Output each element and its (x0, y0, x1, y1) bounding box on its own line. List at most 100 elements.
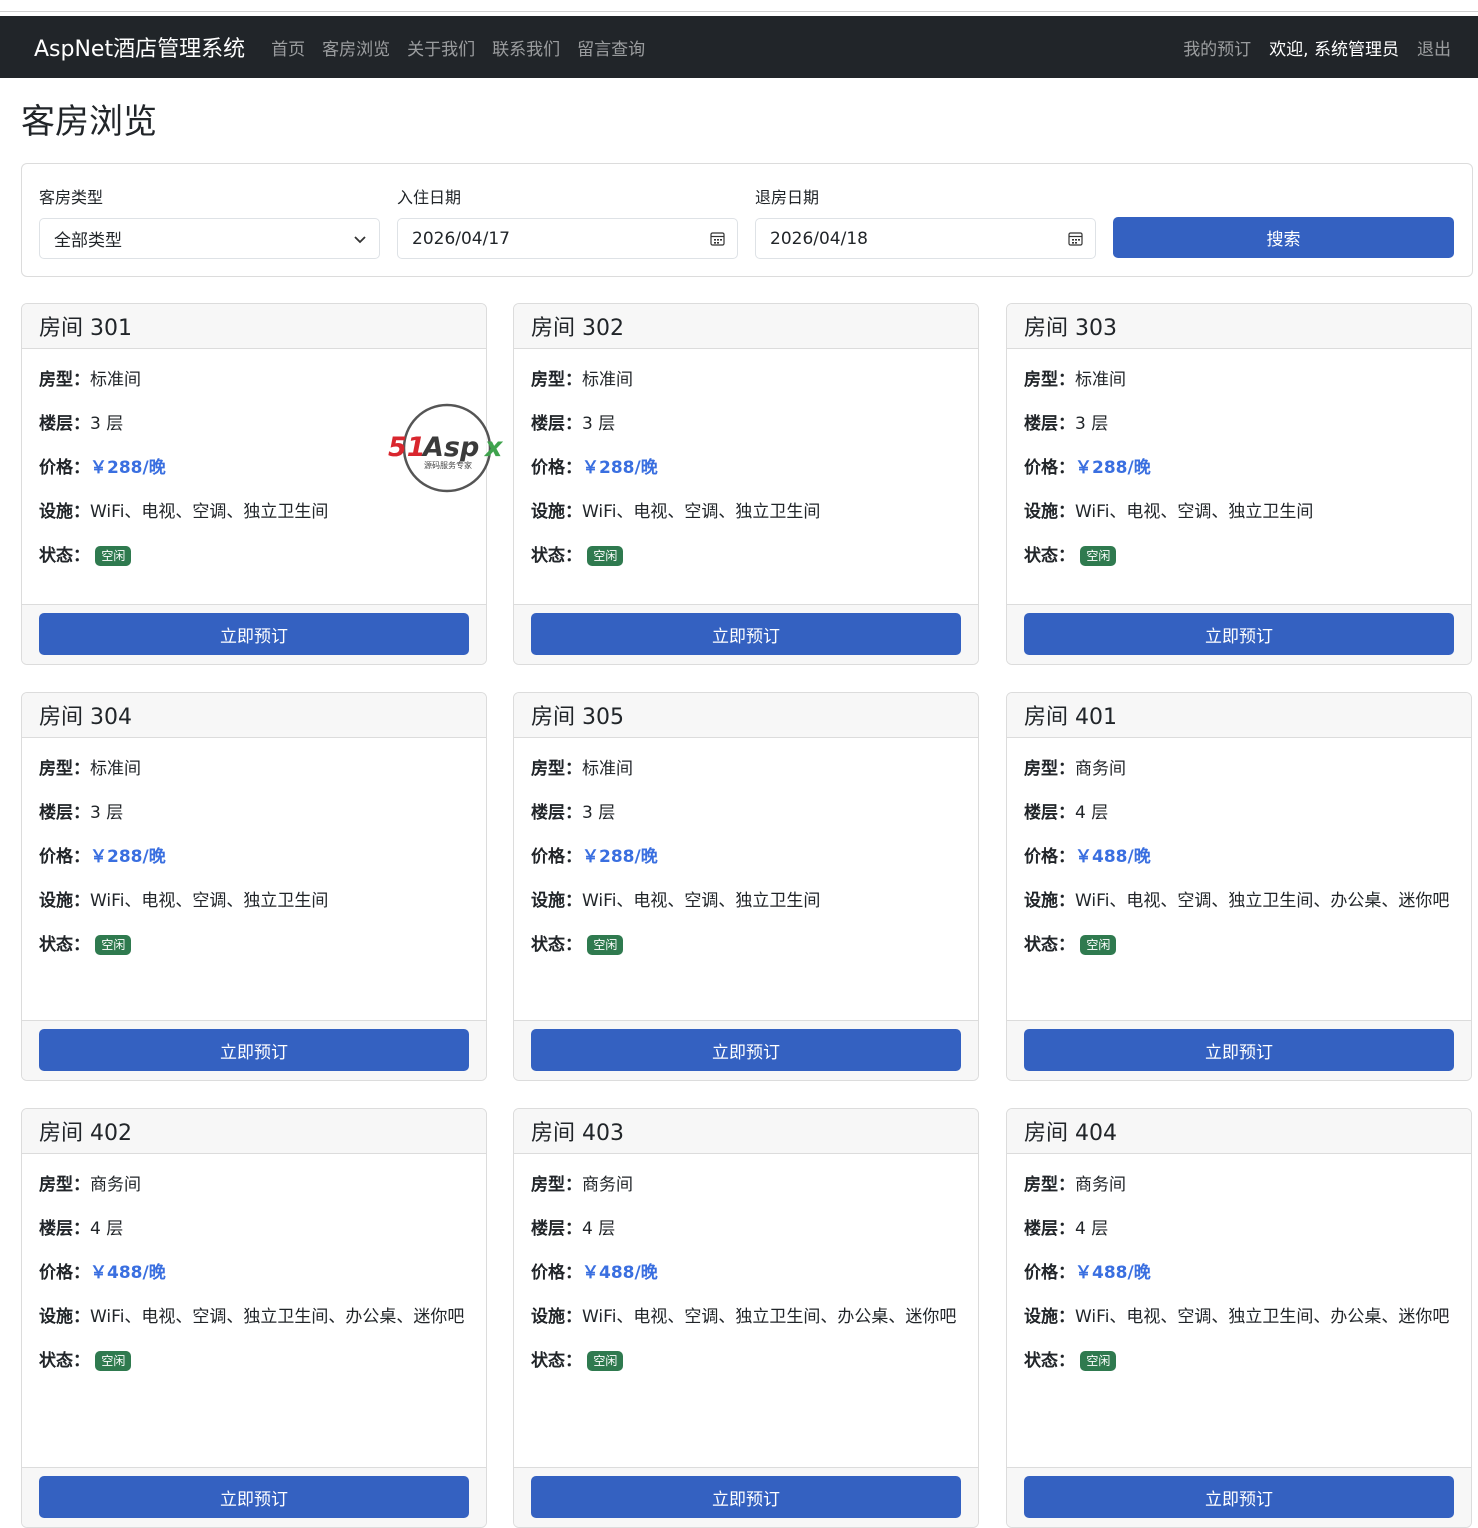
room-type-key: 房型： (531, 370, 582, 390)
room-type-text: 商务间 (90, 1175, 141, 1195)
nav-logout[interactable]: 退出 (1417, 35, 1451, 60)
book-now-button[interactable]: 立即预订 (1024, 1029, 1454, 1071)
nav-messages[interactable]: 留言查询 (577, 35, 645, 60)
search-panel: 客房类型 全部类型 入住日期 2026/04/17 退房日期 2026/04/1… (21, 163, 1473, 277)
room-card: 房间 303 房型：标准间 楼层：3 层价格：￥288/晚 设施：WiFi、电视、空调… (1006, 303, 1472, 665)
room-card-footer: 立即预订 (22, 604, 486, 664)
room-type-key: 房型： (39, 370, 90, 390)
book-now-button[interactable]: 立即预订 (531, 1029, 961, 1071)
room-card-body: 房型：标准间 楼层：3 层价格：￥288/晚 设施：WiFi、电视、空调、独立卫生间… (514, 349, 978, 569)
nav-my-booking[interactable]: 我的预订 (1183, 35, 1251, 60)
room-card: 房间 404 房型：商务间 楼层：4 层价格：￥488/晚 设施：WiFi、电视、空调… (1006, 1108, 1472, 1528)
room-name: 房间 404 (1024, 1121, 1117, 1146)
room-floor-key: 楼层： (39, 1219, 90, 1239)
room-card-footer: 立即预订 (514, 604, 978, 664)
room-type-field: 客房类型 全部类型 (39, 184, 380, 259)
room-card-header: 房间 402 (22, 1109, 486, 1154)
room-floor-text: 4 层 (1075, 1219, 1109, 1239)
room-type-text: 标准间 (582, 370, 633, 390)
room-price-text: ￥488/晚 (1075, 1263, 1151, 1283)
checkin-date-input[interactable]: 2026/04/17 (397, 218, 738, 259)
room-status-key: 状态： (39, 1351, 90, 1371)
room-type-row: 房型：标准间 (1024, 367, 1454, 393)
search-button[interactable]: 搜索 (1113, 217, 1454, 258)
room-card-header: 房间 403 (514, 1109, 978, 1154)
checkout-date-input[interactable]: 2026/04/18 (755, 218, 1096, 259)
room-status-row: 状态： 空闲 (531, 1348, 961, 1374)
checkout-date-value: 2026/04/18 (770, 228, 868, 249)
svg-text:x: x (483, 432, 504, 463)
nav-about[interactable]: 关于我们 (407, 35, 475, 60)
room-status-row: 状态： 空闲 (1024, 1348, 1454, 1374)
book-now-button[interactable]: 立即预订 (1024, 613, 1454, 655)
room-type-row: 房型：标准间 (531, 756, 961, 782)
nav-contact[interactable]: 联系我们 (492, 35, 560, 60)
room-type-text: 标准间 (1075, 370, 1126, 390)
nav-home[interactable]: 首页 (271, 35, 305, 60)
room-name: 房间 301 (39, 316, 132, 341)
room-type-row: 房型：标准间 (531, 367, 961, 393)
calendar-icon[interactable] (1068, 231, 1083, 246)
room-type-row: 房型：标准间 (39, 367, 469, 393)
nav-links: 首页 客房浏览 关于我们 联系我们 留言查询 (271, 35, 662, 60)
room-price-key: 价格： (531, 847, 582, 867)
book-now-button[interactable]: 立即预订 (39, 613, 469, 655)
calendar-icon[interactable] (710, 231, 725, 246)
room-price-text: ￥288/晚 (582, 847, 658, 867)
room-facilities-text: WiFi、电视、空调、独立卫生间 (582, 891, 821, 911)
room-floor-text: 3 层 (90, 414, 124, 434)
room-facilities-text: WiFi、电视、空调、独立卫生间 (582, 502, 821, 522)
room-floor-row: 楼层：3 层 (39, 800, 469, 826)
room-card-body: 房型：商务间 楼层：4 层价格：￥488/晚 设施：WiFi、电视、空调、独立卫生间… (1007, 738, 1471, 958)
room-facilities-text: WiFi、电视、空调、独立卫生间 (1075, 502, 1314, 522)
room-type-key: 房型： (531, 1175, 582, 1195)
room-type-key: 房型： (531, 759, 582, 779)
book-now-button[interactable]: 立即预订 (531, 1476, 961, 1518)
room-type-row: 房型：商务间 (531, 1172, 961, 1198)
welcome-text: 欢迎, 系统管理员 (1269, 39, 1399, 60)
room-price-key: 价格： (1024, 847, 1075, 867)
room-type-select[interactable]: 全部类型 (39, 218, 380, 259)
room-facilities-text: WiFi、电视、空调、独立卫生间、办公桌、迷你吧 (582, 1307, 957, 1327)
room-card-body: 房型：标准间 楼层：3 层价格：￥288/晚 设施：WiFi、电视、空调、独立卫生间… (1007, 349, 1471, 569)
room-facilities-key: 设施： (531, 1307, 582, 1327)
room-floor-key: 楼层： (1024, 414, 1075, 434)
book-now-button[interactable]: 立即预订 (39, 1476, 469, 1518)
room-type-text: 标准间 (90, 759, 141, 779)
room-status-key: 状态： (1024, 1351, 1075, 1371)
room-card-body: 房型：商务间 楼层：4 层价格：￥488/晚 设施：WiFi、电视、空调、独立卫生间… (514, 1154, 978, 1374)
room-price-row: 价格：￥488/晚 (1024, 1260, 1454, 1286)
room-type-key: 房型： (1024, 1175, 1075, 1195)
room-facilities-text: WiFi、电视、空调、独立卫生间、办公桌、迷你吧 (1075, 891, 1450, 911)
room-card: 房间 403 房型：商务间 楼层：4 层价格：￥488/晚 设施：WiFi、电视、空调… (513, 1108, 979, 1528)
checkout-label: 退房日期 (755, 188, 820, 207)
room-card-footer: 立即预订 (22, 1020, 486, 1080)
room-price-key: 价格： (39, 1263, 90, 1283)
brand-logo[interactable]: AspNet酒店管理系统 (34, 31, 245, 63)
room-floor-key: 楼层： (531, 803, 582, 823)
room-floor-row: 楼层：4 层 (1024, 800, 1454, 826)
status-badge: 空闲 (587, 546, 624, 566)
book-now-button[interactable]: 立即预订 (531, 613, 961, 655)
status-badge: 空闲 (1080, 935, 1117, 955)
room-status-row: 状态： 空闲 (39, 932, 469, 958)
book-now-button[interactable]: 立即预订 (39, 1029, 469, 1071)
room-status-key: 状态： (1024, 935, 1075, 955)
room-card: 房间 304 房型：标准间 楼层：3 层价格：￥288/晚 设施：WiFi、电视、空调… (21, 692, 487, 1081)
room-status-row: 状态： 空闲 (1024, 932, 1454, 958)
room-facilities-row: 设施：WiFi、电视、空调、独立卫生间 (39, 888, 469, 914)
checkin-field: 入住日期 2026/04/17 (397, 184, 738, 259)
status-badge: 空闲 (587, 935, 624, 955)
room-type-row: 房型：商务间 (1024, 756, 1454, 782)
room-floor-row: 楼层：4 层 (531, 1216, 961, 1242)
room-price-key: 价格： (1024, 1263, 1075, 1283)
room-floor-key: 楼层： (1024, 803, 1075, 823)
room-facilities-row: 设施：WiFi、电视、空调、独立卫生间 (531, 888, 961, 914)
book-now-button[interactable]: 立即预订 (1024, 1476, 1454, 1518)
room-card-footer: 立即预订 (22, 1467, 486, 1527)
status-badge: 空闲 (95, 546, 132, 566)
nav-rooms[interactable]: 客房浏览 (322, 35, 390, 60)
room-floor-row: 楼层：4 层 (39, 1216, 469, 1242)
room-floor-text: 4 层 (90, 1219, 124, 1239)
room-name: 房间 402 (39, 1121, 132, 1146)
